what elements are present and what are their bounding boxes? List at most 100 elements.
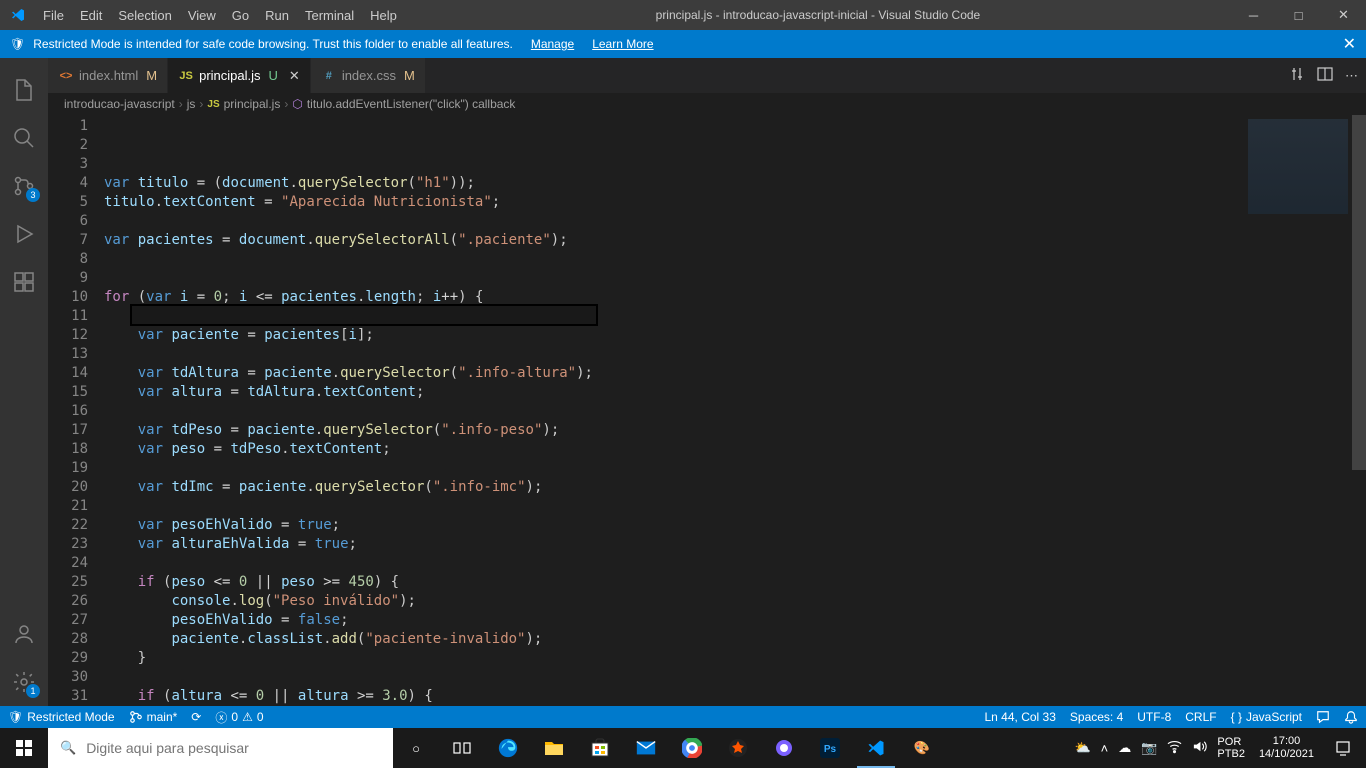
chrome-icon[interactable] bbox=[669, 728, 715, 768]
breadcrumb-file[interactable]: principal.js bbox=[224, 97, 281, 111]
code-content[interactable]: var titulo = (document.querySelector("h1… bbox=[104, 115, 1232, 706]
edge-icon[interactable] bbox=[485, 728, 531, 768]
indentation-status[interactable]: Spaces: 4 bbox=[1070, 710, 1123, 724]
breadcrumb-symbol[interactable]: titulo.addEventListener("click") callbac… bbox=[307, 97, 516, 111]
code-line[interactable]: var altura = tdAltura.textContent; bbox=[104, 383, 1232, 402]
menu-selection[interactable]: Selection bbox=[110, 0, 179, 30]
code-line[interactable] bbox=[104, 402, 1232, 421]
language-indicator[interactable]: PORPTB2 bbox=[1217, 736, 1245, 760]
onedrive-icon[interactable]: ☁ bbox=[1118, 740, 1131, 756]
accounts-icon[interactable] bbox=[0, 610, 48, 658]
notifications-icon[interactable] bbox=[1344, 710, 1358, 724]
manage-link[interactable]: Manage bbox=[531, 37, 574, 51]
compare-changes-icon[interactable] bbox=[1289, 66, 1305, 85]
split-editor-icon[interactable] bbox=[1317, 66, 1333, 85]
problems-status[interactable]: ⓧ 0 ⚠ 0 bbox=[215, 709, 263, 726]
menu-help[interactable]: Help bbox=[362, 0, 405, 30]
code-line[interactable]: var tdImc = paciente.querySelector(".inf… bbox=[104, 478, 1232, 497]
code-line[interactable]: var pacientes = document.querySelectorAl… bbox=[104, 231, 1232, 250]
eol-status[interactable]: CRLF bbox=[1185, 710, 1216, 724]
taskbar-search[interactable]: 🔍 bbox=[48, 728, 393, 768]
code-line[interactable] bbox=[104, 307, 1232, 326]
minimap[interactable] bbox=[1232, 115, 1352, 706]
code-line[interactable]: paciente.classList.add("paciente-invalid… bbox=[104, 630, 1232, 649]
code-line[interactable]: titulo.textContent = "Aparecida Nutricio… bbox=[104, 193, 1232, 212]
language-mode[interactable]: { } JavaScript bbox=[1231, 710, 1302, 724]
menu-file[interactable]: File bbox=[35, 0, 72, 30]
code-line[interactable]: var pesoEhValido = true; bbox=[104, 516, 1232, 535]
scrollbar-thumb[interactable] bbox=[1352, 115, 1366, 470]
code-line[interactable] bbox=[104, 497, 1232, 516]
menu-view[interactable]: View bbox=[180, 0, 224, 30]
learn-more-link[interactable]: Learn More bbox=[592, 37, 653, 51]
taskbar-clock[interactable]: 17:00 14/10/2021 bbox=[1253, 735, 1320, 761]
editor-tab[interactable]: <>index.htmlM bbox=[48, 58, 168, 93]
code-line[interactable]: if (altura <= 0 || altura >= 3.0) { bbox=[104, 687, 1232, 706]
editor-tab[interactable]: JSprincipal.jsU✕ bbox=[168, 58, 311, 93]
menu-terminal[interactable]: Terminal bbox=[297, 0, 362, 30]
menu-edit[interactable]: Edit bbox=[72, 0, 110, 30]
code-line[interactable] bbox=[104, 459, 1232, 478]
code-line[interactable]: var tdPeso = paciente.querySelector(".in… bbox=[104, 421, 1232, 440]
restricted-mode-status[interactable]: 🛡 Restricted Mode bbox=[8, 710, 115, 724]
code-line[interactable]: var tdAltura = paciente.querySelector(".… bbox=[104, 364, 1232, 383]
notifications-center-icon[interactable] bbox=[1328, 728, 1358, 768]
app-icon-2[interactable] bbox=[761, 728, 807, 768]
explorer-icon[interactable] bbox=[0, 66, 48, 114]
photoshop-icon[interactable]: Ps bbox=[807, 728, 853, 768]
cursor-position[interactable]: Ln 44, Col 33 bbox=[985, 710, 1056, 724]
microsoft-store-icon[interactable] bbox=[577, 728, 623, 768]
wifi-icon[interactable] bbox=[1167, 739, 1182, 757]
code-line[interactable] bbox=[104, 345, 1232, 364]
minimize-button[interactable]: ─ bbox=[1231, 0, 1276, 30]
extensions-icon[interactable] bbox=[0, 258, 48, 306]
app-icon[interactable] bbox=[715, 728, 761, 768]
vscode-taskbar-icon[interactable] bbox=[853, 728, 899, 768]
start-button[interactable] bbox=[0, 728, 48, 768]
run-debug-icon[interactable] bbox=[0, 210, 48, 258]
code-line[interactable] bbox=[104, 269, 1232, 288]
code-line[interactable]: for (var i = 0; i <= pacientes.length; i… bbox=[104, 288, 1232, 307]
mail-icon[interactable] bbox=[623, 728, 669, 768]
code-line[interactable]: var titulo = (document.querySelector("h1… bbox=[104, 174, 1232, 193]
meet-now-icon[interactable]: 📷 bbox=[1141, 740, 1157, 756]
code-line[interactable] bbox=[104, 212, 1232, 231]
vertical-scrollbar[interactable] bbox=[1352, 115, 1366, 706]
code-line[interactable]: console.log("Peso inválido"); bbox=[104, 592, 1232, 611]
code-line[interactable]: var alturaEhValida = true; bbox=[104, 535, 1232, 554]
settings-gear-icon[interactable]: 1 bbox=[0, 658, 48, 706]
feedback-icon[interactable] bbox=[1316, 710, 1330, 724]
file-explorer-icon[interactable] bbox=[531, 728, 577, 768]
code-line[interactable]: } bbox=[104, 649, 1232, 668]
more-actions-icon[interactable]: ⋯ bbox=[1345, 68, 1358, 84]
breadcrumb-folder[interactable]: introducao-javascript bbox=[64, 97, 175, 111]
cortana-icon[interactable]: ○ bbox=[393, 728, 439, 768]
code-editor[interactable]: 1234567891011121314151617181920212223242… bbox=[48, 115, 1366, 706]
menu-go[interactable]: Go bbox=[224, 0, 257, 30]
close-tab-icon[interactable]: ✕ bbox=[289, 68, 300, 84]
search-icon[interactable] bbox=[0, 114, 48, 162]
editor-tab[interactable]: #index.cssM bbox=[311, 58, 426, 93]
breadcrumb-folder[interactable]: js bbox=[187, 97, 196, 111]
code-line[interactable] bbox=[104, 250, 1232, 269]
code-line[interactable]: var peso = tdPeso.textContent; bbox=[104, 440, 1232, 459]
sync-status[interactable]: ⟳ bbox=[191, 710, 201, 724]
code-line[interactable] bbox=[104, 668, 1232, 687]
code-line[interactable]: if (peso <= 0 || peso >= 450) { bbox=[104, 573, 1232, 592]
tray-chevron-icon[interactable]: ˄ bbox=[1101, 741, 1109, 756]
git-branch-status[interactable]: main* bbox=[129, 710, 178, 724]
maximize-button[interactable]: □ bbox=[1276, 0, 1321, 30]
code-line[interactable]: var paciente = pacientes[i]; bbox=[104, 326, 1232, 345]
menu-run[interactable]: Run bbox=[257, 0, 297, 30]
search-input[interactable] bbox=[86, 740, 381, 756]
breadcrumb[interactable]: introducao-javascript › js › JS principa… bbox=[48, 93, 1366, 115]
code-line[interactable]: pesoEhValido = false; bbox=[104, 611, 1232, 630]
task-view-icon[interactable] bbox=[439, 728, 485, 768]
code-line[interactable] bbox=[104, 554, 1232, 573]
encoding-status[interactable]: UTF-8 bbox=[1137, 710, 1171, 724]
volume-icon[interactable] bbox=[1192, 739, 1207, 757]
close-banner-button[interactable]: ✕ bbox=[1343, 34, 1356, 54]
paint-icon[interactable]: 🎨 bbox=[899, 728, 945, 768]
close-window-button[interactable]: ✕ bbox=[1321, 0, 1366, 30]
weather-icon[interactable]: ⛅ bbox=[1074, 740, 1090, 756]
